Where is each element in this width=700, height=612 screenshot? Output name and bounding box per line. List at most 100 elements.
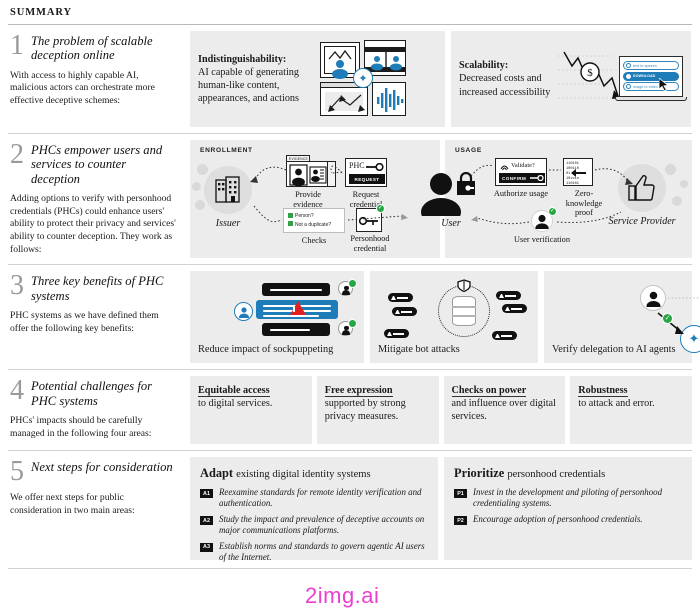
usage-panel: USAGE User Validate? CONFIRM Authorize u… [421, 140, 692, 258]
database-icon [452, 296, 476, 327]
section-2: 2 PHCs empower users and services to cou… [8, 134, 692, 264]
card-scalability: Scalability: Decreased costs and increas… [451, 31, 691, 127]
enrollment-arrows [250, 165, 408, 223]
laptop-screen: text to speech DOWNLOAD image to video [619, 56, 683, 97]
card-ai-delegation: ✦ ✓ ✓ Verify delegation to AI agents [544, 271, 700, 364]
section-5-title: Next steps for consideration [31, 460, 173, 475]
item-tag-p1: P1 [454, 489, 467, 499]
warning-bang [293, 307, 295, 313]
section-2-blurb: Adding options to verify with personhood… [10, 193, 176, 255]
card-bot-attacks: Mitigate bot attacks [370, 271, 538, 364]
section-5-cards: Adapt existing digital identity systems … [190, 451, 692, 566]
item-text-p1: Invest in the development and piloting o… [473, 487, 663, 509]
prioritize-heading: Prioritize personhood credentials [454, 466, 682, 481]
section-2-diagram: ENROLLMENT Issuer EVIDENCE Provide evide… [190, 134, 692, 264]
item-tag-p2: P2 [454, 516, 467, 526]
section-2-number: 2 [10, 139, 24, 170]
item-text-a1: Reexamine standards for remote identity … [219, 487, 422, 509]
section-4-title: Potential challenges for PHC systems [31, 379, 153, 408]
challenge-1-text: Free expression supported by strong priv… [324, 384, 431, 423]
message-line [263, 315, 319, 318]
item-tag-a3: A3 [200, 542, 213, 552]
enrollment-panel: ENROLLMENT Issuer EVIDENCE Provide evide… [190, 140, 440, 258]
card-equitable-access: Equitable access to digital services. [190, 376, 312, 445]
section-3-title: Three key benefits of PHC systems [31, 274, 164, 303]
arrowhead [471, 216, 478, 222]
benefit-1-label: Mitigate bot attacks [378, 343, 460, 355]
card-scalability-body: Decreased costs and increased accessibil… [459, 73, 551, 98]
laptop-base [615, 96, 687, 101]
list-item: P2 Encourage adoption of personhood cred… [454, 514, 682, 526]
list-item: A2 Study the impact and prevalence of de… [200, 514, 428, 536]
section-1: 1 The problem of scalable deception onli… [8, 25, 692, 133]
card-adapt: Adapt existing digital identity systems … [190, 457, 438, 563]
item-text-a2: Study the impact and prevalence of decep… [219, 514, 425, 535]
cursor-icon [659, 78, 669, 92]
ai-media-illustration: ✦ [320, 40, 406, 118]
usage-arrows [470, 164, 633, 225]
section-3-cards: Reduce impact of sockpuppeting Mitigate … [190, 265, 700, 369]
laptop-option-0[interactable]: text to speech [623, 61, 679, 71]
list-item: P1 Invest in the development and pilotin… [454, 487, 682, 509]
section-1-number: 1 [10, 30, 24, 61]
summary-page: SUMMARY 1 The problem of scalable decept… [0, 0, 700, 612]
page-title: SUMMARY [10, 7, 72, 18]
adapt-heading-bold: Adapt [200, 466, 234, 481]
section-2-title: PHCs empower users and services to count… [31, 143, 163, 186]
cost-decline-illustration: $ text to speech DOWNLOAD image to video [556, 42, 687, 116]
card-indistinguishability-text: Indistinguishability: AI capable of gene… [198, 53, 316, 105]
card-checks-on-power: Checks on power and influence over digit… [443, 376, 566, 445]
section-3-number: 3 [10, 270, 24, 302]
section-4: 4 Potential challenges for PHC systems P… [8, 370, 692, 450]
sockpuppet-avatar-icon [234, 302, 253, 322]
laptop-option-1-label: DOWNLOAD [633, 74, 656, 79]
section-4-text: 4 Potential challenges for PHC systems P… [8, 370, 190, 448]
section-1-cards: Indistinguishability: AI capable of gene… [190, 25, 692, 133]
adapt-heading: Adapt existing digital identity systems [200, 466, 428, 481]
prioritize-heading-rest: personhood credentials [507, 469, 606, 481]
section-1-title: The problem of scalable deception online [31, 34, 153, 63]
challenge-3-heading: Robustness [578, 385, 628, 398]
dollar-symbol: $ [587, 67, 593, 79]
radio-icon [626, 84, 631, 90]
verified-badge-icon [348, 279, 357, 289]
verified-badge-icon [348, 319, 357, 329]
watermark: 2img.ai [305, 583, 380, 608]
bot-warning-pill [492, 331, 517, 341]
item-tag-a2: A2 [200, 516, 213, 526]
prioritize-heading-bold: Prioritize [454, 466, 505, 481]
bot-warning-pill [502, 304, 527, 314]
bot-warning-pill [384, 329, 409, 339]
challenge-1-heading: Free expression [324, 385, 393, 398]
section-5-number: 5 [10, 456, 24, 488]
challenge-3-body: to attack and error. [578, 398, 655, 410]
challenge-2-text: Checks on power and influence over digit… [451, 384, 558, 423]
audio-waveform-icon [372, 82, 406, 116]
radio-icon [626, 63, 631, 69]
section-3-blurb: PHC systems as we have defined them offe… [10, 310, 159, 334]
item-text-a3: Establish norms and standards to govern … [219, 540, 425, 562]
card-indistinguishability-heading: Indistinguishability: [198, 53, 287, 65]
bot-warning-pill [392, 307, 417, 317]
card-indistinguishability: Indistinguishability: AI capable of gene… [190, 31, 445, 127]
shield-icon [457, 279, 471, 293]
challenge-2-body: and influence over digital services. [451, 398, 556, 423]
section-3-text: 3 Three key benefits of PHC systems PHC … [8, 265, 190, 343]
section-1-text: 1 The problem of scalable deception onli… [8, 25, 190, 116]
section-4-cards: Equitable access to digital services. Fr… [190, 370, 692, 450]
list-item: A3 Establish norms and standards to gove… [200, 541, 428, 563]
challenge-0-text: Equitable access to digital services. [198, 384, 304, 410]
challenge-2-heading: Checks on power [451, 385, 527, 398]
arrowhead [401, 214, 408, 220]
challenge-0-body: to digital services. [198, 398, 273, 410]
challenge-3-text: Robustness to attack and error. [578, 384, 684, 410]
list-item: A1 Reexamine standards for remote identi… [200, 487, 428, 509]
message-line [270, 289, 322, 292]
card-scalability-heading: Scalability: [459, 60, 509, 72]
adapt-heading-rest: existing digital identity systems [236, 469, 371, 481]
card-scalability-text: Scalability: Decreased costs and increas… [459, 59, 554, 98]
challenge-1-body: supported by strong privacy measures. [324, 398, 406, 423]
section-5-blurb: We offer next steps for public considera… [10, 492, 135, 516]
laptop-illustration: text to speech DOWNLOAD image to video [615, 56, 687, 101]
radio-icon-selected [626, 73, 631, 79]
